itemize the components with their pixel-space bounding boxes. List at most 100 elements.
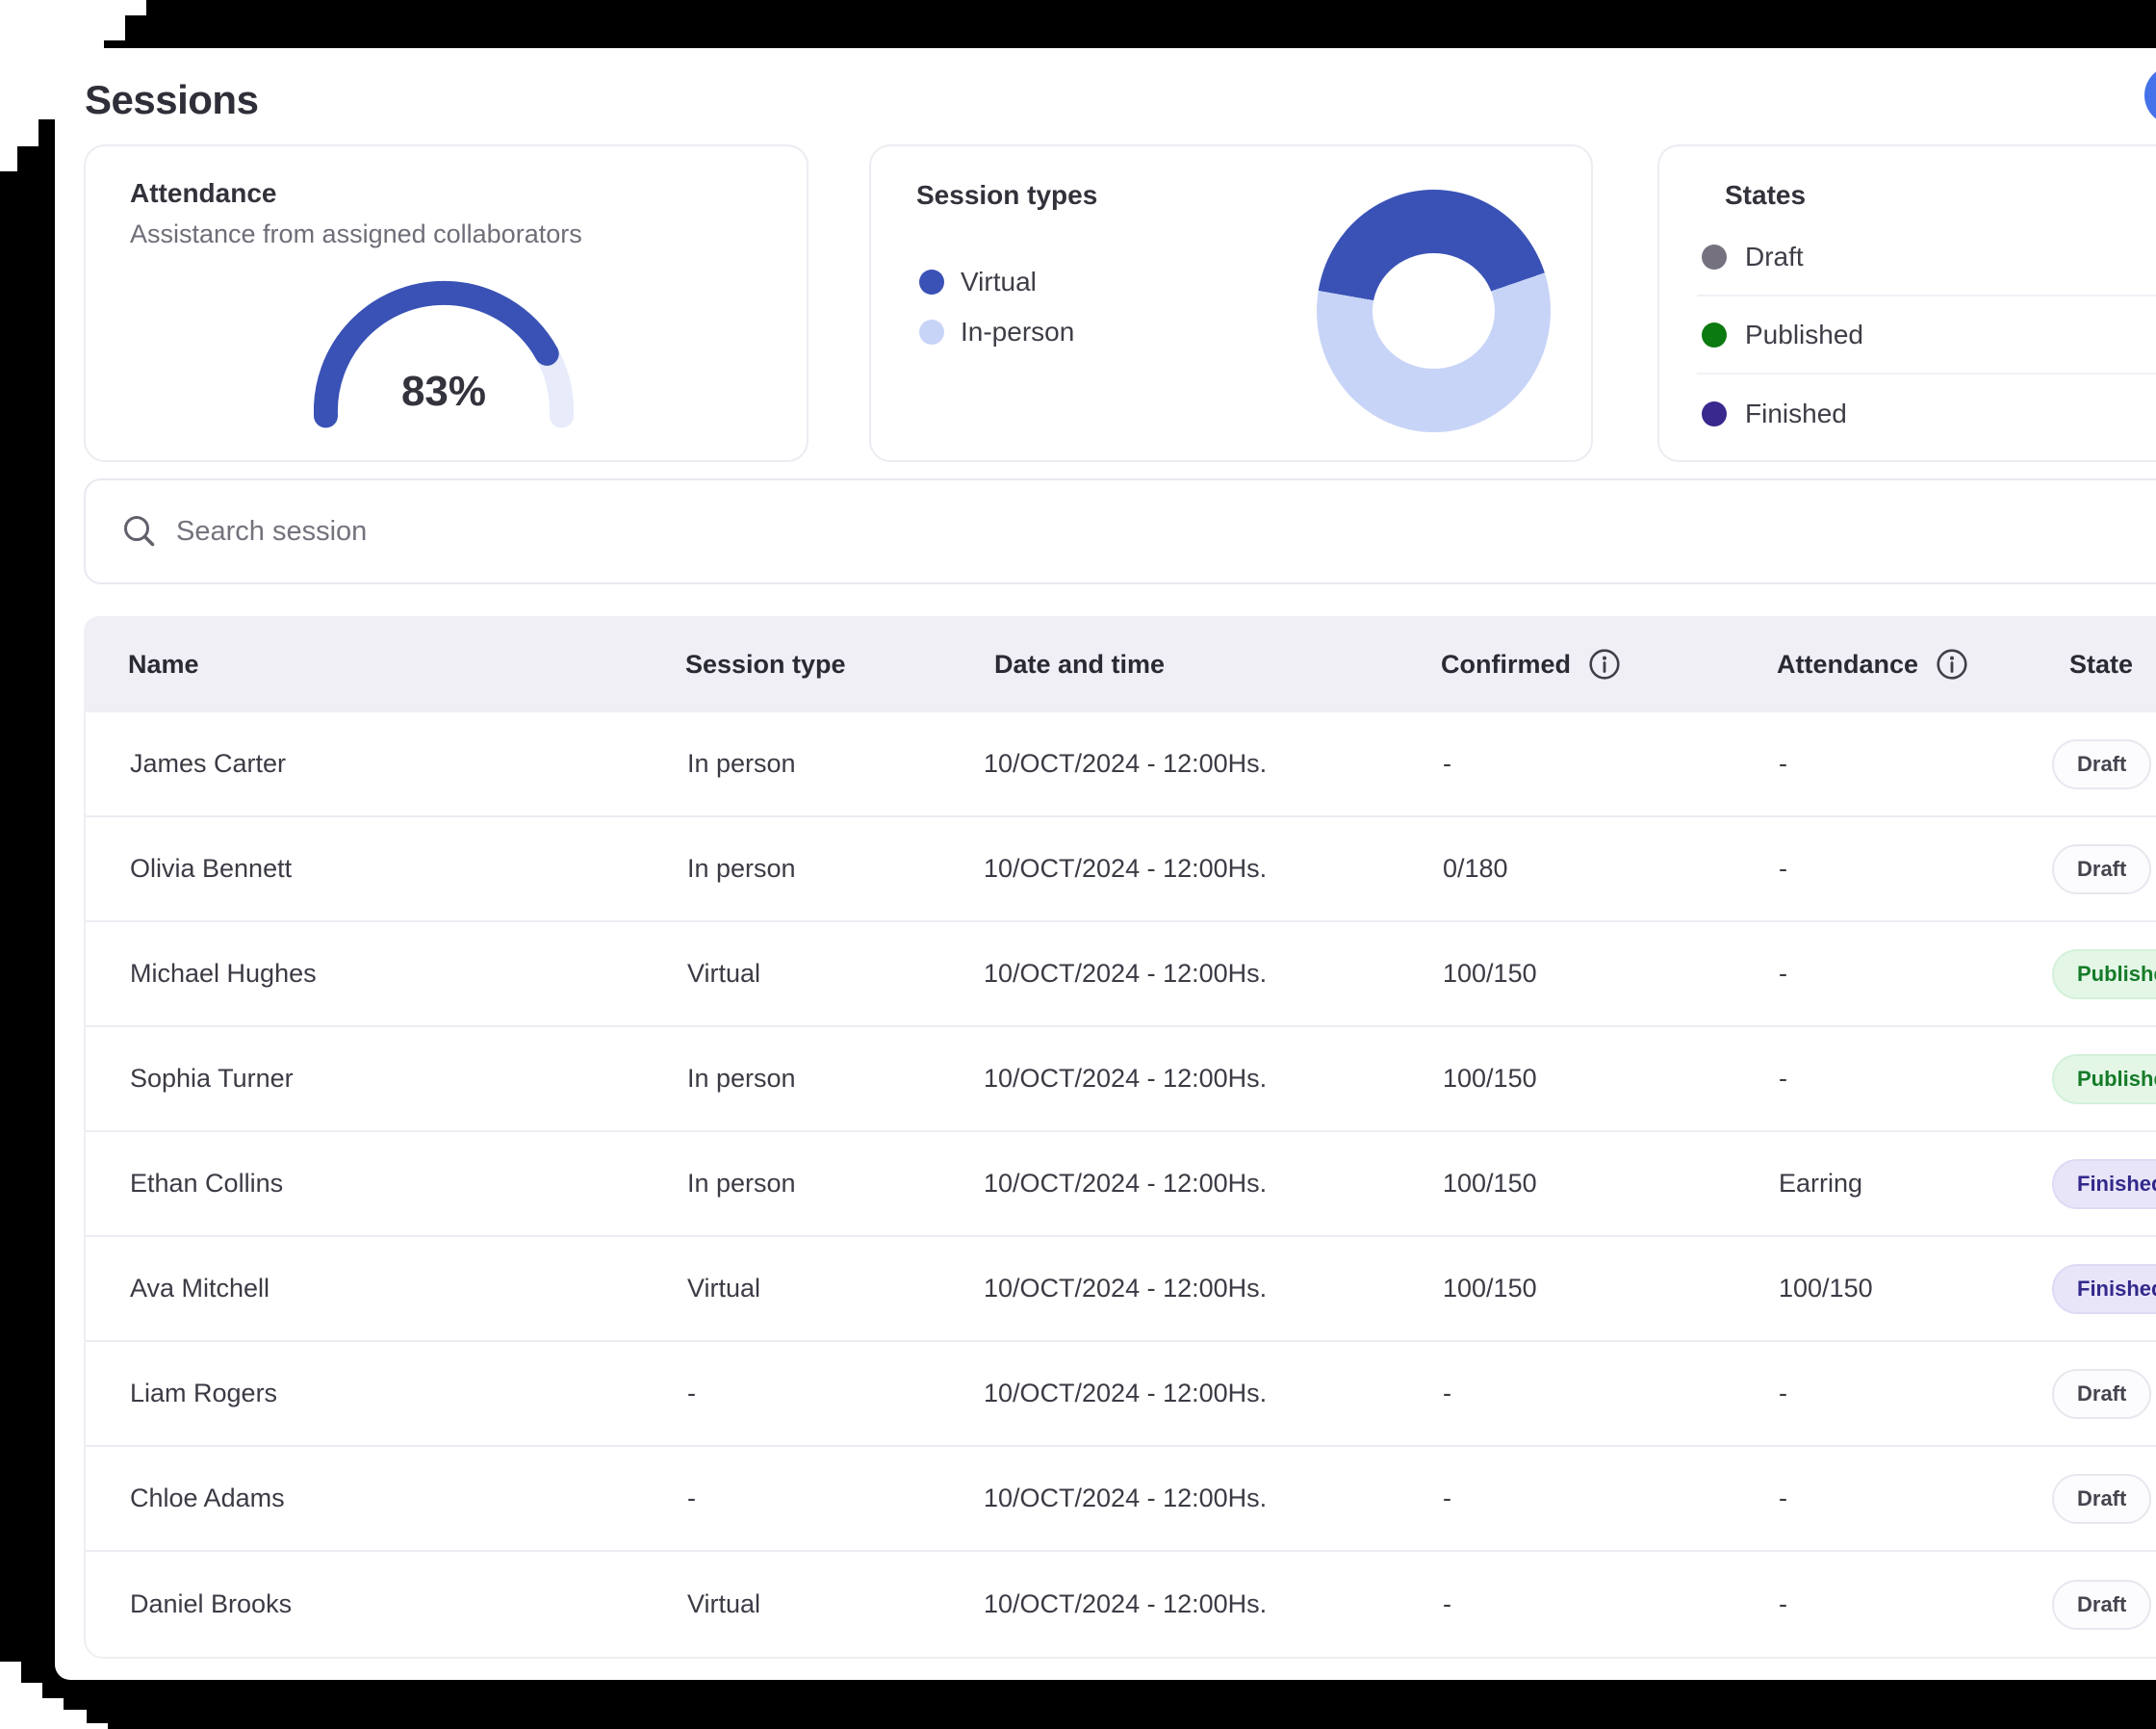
cell-session-type: In person [687, 854, 984, 884]
status-badge: Draft [2052, 1580, 2151, 1630]
cell-confirmed: - [1443, 749, 1779, 779]
states-legend: Draft Published Finished [1697, 219, 2156, 452]
cell-session-type: - [687, 1379, 984, 1408]
status-badge: Draft [2052, 1369, 2151, 1419]
column-header-confirmed-label: Confirmed [1441, 650, 1571, 680]
cell-confirmed: - [1443, 1484, 1779, 1513]
table-row[interactable]: Michael Hughes Virtual 10/OCT/2024 - 12:… [86, 922, 2156, 1027]
table-row[interactable]: Liam Rogers - 10/OCT/2024 - 12:00Hs. - -… [86, 1342, 2156, 1447]
published-dot [1702, 323, 1727, 348]
cell-attendance: Earring [1779, 1169, 2071, 1199]
cell-name: Michael Hughes [86, 959, 687, 989]
cell-datetime: 10/OCT/2024 - 12:00Hs. [984, 959, 1443, 989]
legend-item-label: Virtual [961, 267, 1037, 297]
column-header-attendance: Attendance [1777, 648, 2069, 681]
column-header-session-type: Session type [685, 650, 982, 680]
table-row[interactable]: James Carter In person 10/OCT/2024 - 12:… [86, 712, 2156, 817]
search-input[interactable] [176, 516, 1909, 548]
cell-datetime: 10/OCT/2024 - 12:00Hs. [984, 854, 1443, 884]
cell-datetime: 10/OCT/2024 - 12:00Hs. [984, 1484, 1443, 1513]
cell-datetime: 10/OCT/2024 - 12:00Hs. [984, 1274, 1443, 1303]
virtual-dot [919, 270, 944, 295]
table-row[interactable]: Chloe Adams - 10/OCT/2024 - 12:00Hs. - -… [86, 1447, 2156, 1552]
column-header-name: Name [84, 650, 685, 680]
status-badge: Finished [2052, 1159, 2156, 1209]
cell-confirmed: 100/150 [1443, 1064, 1779, 1094]
legend-item-label: In-person [961, 317, 1074, 348]
cell-confirmed: 100/150 [1443, 1274, 1779, 1303]
search-bar[interactable] [84, 478, 2156, 584]
sessions-table: Name Session type Date and time Confirme… [84, 616, 2156, 1659]
cell-name: Ethan Collins [86, 1169, 687, 1199]
page-title: Sessions [85, 77, 258, 123]
cell-name: Daniel Brooks [86, 1589, 687, 1619]
status-badge: Published [2052, 1054, 2156, 1104]
cell-session-type: Virtual [687, 1274, 984, 1303]
cell-attendance: - [1779, 1484, 2071, 1513]
cell-confirmed: - [1443, 1379, 1779, 1408]
status-badge: Draft [2052, 1474, 2151, 1524]
state-item-published: Published [1697, 297, 2156, 374]
legend-item-virtual: Virtual [919, 257, 1074, 307]
state-item-label: Finished [1745, 399, 1847, 429]
cell-attendance: - [1779, 1064, 2071, 1094]
table-row[interactable]: Sophia Turner In person 10/OCT/2024 - 12… [86, 1027, 2156, 1132]
session-types-legend: Virtual In-person [919, 257, 1074, 357]
column-header-date: Date and time [982, 650, 1441, 680]
primary-action-button[interactable] [2144, 65, 2156, 125]
table-body: James Carter In person 10/OCT/2024 - 12:… [84, 712, 2156, 1659]
cell-attendance: - [1779, 1379, 2071, 1408]
sessions-page: Sessions Attendance Assistance from assi… [55, 48, 2156, 1680]
status-badge: Draft [2052, 739, 2151, 789]
state-item-finished: Finished [1697, 374, 2156, 452]
cell-confirmed: 0/180 [1443, 854, 1779, 884]
cell-session-type: In person [687, 749, 984, 779]
cell-datetime: 10/OCT/2024 - 12:00Hs. [984, 1589, 1443, 1619]
in-person-dot [919, 320, 944, 345]
cell-name: Olivia Bennett [86, 854, 687, 884]
attendance-card: Attendance Assistance from assigned coll… [84, 144, 808, 462]
info-icon[interactable] [1588, 648, 1621, 681]
table-row[interactable]: Ethan Collins In person 10/OCT/2024 - 12… [86, 1132, 2156, 1237]
cell-session-type: In person [687, 1064, 984, 1094]
cell-confirmed: 100/150 [1443, 1169, 1779, 1199]
table-row[interactable]: Olivia Bennett In person 10/OCT/2024 - 1… [86, 817, 2156, 922]
status-badge: Finished [2052, 1264, 2156, 1314]
cell-datetime: 10/OCT/2024 - 12:00Hs. [984, 1169, 1443, 1199]
cell-attendance: - [1779, 749, 2071, 779]
cell-name: Ava Mitchell [86, 1274, 687, 1303]
states-card-title: States [1725, 180, 1806, 211]
cell-session-type: - [687, 1484, 984, 1513]
cell-name: Sophia Turner [86, 1064, 687, 1094]
session-types-card: Session types Virtual In-person [869, 144, 1593, 462]
cell-session-type: In person [687, 1169, 984, 1199]
cell-confirmed: 100/150 [1443, 959, 1779, 989]
table-row[interactable]: Ava Mitchell Virtual 10/OCT/2024 - 12:00… [86, 1237, 2156, 1342]
session-types-donut-chart [1317, 190, 1551, 432]
cell-session-type: Virtual [687, 1589, 984, 1619]
status-badge: Published [2052, 949, 2156, 999]
finished-dot [1702, 401, 1727, 426]
state-item-label: Draft [1745, 242, 1804, 272]
info-icon[interactable] [1936, 648, 1968, 681]
state-item-draft: Draft [1697, 219, 2156, 297]
column-header-confirmed: Confirmed [1441, 648, 1777, 681]
cell-confirmed: - [1443, 1589, 1779, 1619]
cell-datetime: 10/OCT/2024 - 12:00Hs. [984, 1064, 1443, 1094]
status-badge: Draft [2052, 844, 2151, 894]
column-header-state: State [2069, 650, 2156, 680]
cell-attendance: - [1779, 959, 2071, 989]
attendance-gauge-chart: 83% [314, 270, 574, 438]
session-types-card-title: Session types [916, 180, 1097, 211]
draft-dot [1702, 245, 1727, 270]
attendance-card-title: Attendance [130, 178, 276, 209]
table-row[interactable]: Daniel Brooks Virtual 10/OCT/2024 - 12:0… [86, 1552, 2156, 1657]
legend-item-in-person: In-person [919, 307, 1074, 357]
table-header-row: Name Session type Date and time Confirme… [84, 616, 2156, 712]
cell-attendance: - [1779, 1589, 2071, 1619]
search-icon [120, 512, 159, 551]
cell-name: Chloe Adams [86, 1484, 687, 1513]
cell-session-type: Virtual [687, 959, 984, 989]
cell-name: Liam Rogers [86, 1379, 687, 1408]
column-header-attendance-label: Attendance [1777, 650, 1918, 680]
